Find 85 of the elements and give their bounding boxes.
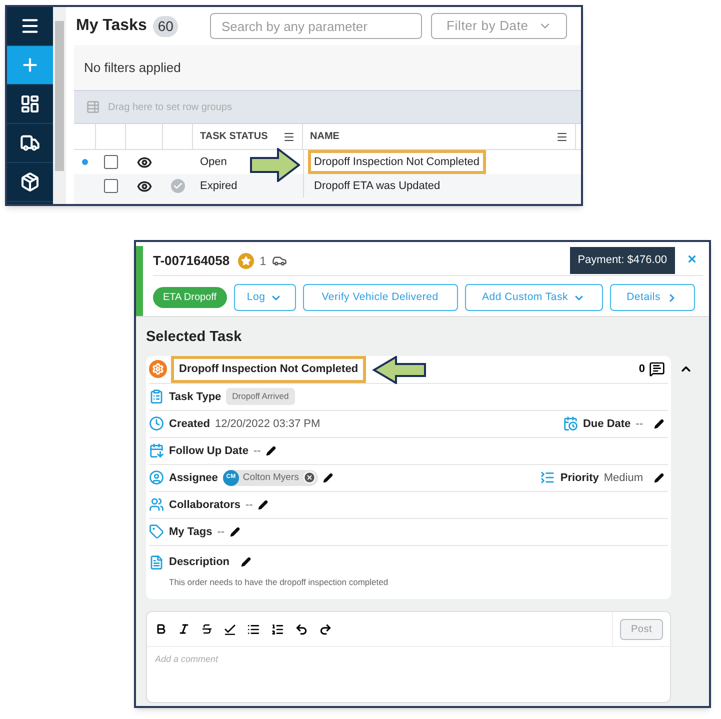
field-value: --	[217, 524, 225, 540]
checklist-icon	[149, 389, 164, 404]
eye-icon[interactable]	[137, 178, 152, 194]
task-type-tag: Dropoff Arrived	[226, 388, 295, 406]
gear-icon	[149, 360, 167, 378]
section-title: Selected Task	[146, 328, 243, 347]
vehicle-count: 1	[260, 252, 266, 270]
action-button[interactable]: Details	[610, 284, 695, 311]
edit-icon[interactable]	[258, 500, 268, 510]
action-button[interactable]: Verify Vehicle Delivered	[302, 284, 458, 311]
callout-arrow	[250, 148, 300, 182]
italic-icon[interactable]	[178, 623, 190, 635]
field-label: Task Type	[169, 390, 222, 404]
menu-icon	[20, 16, 40, 36]
row-checkbox[interactable]	[104, 155, 118, 169]
user-icon	[149, 470, 164, 486]
users-icon	[149, 497, 164, 512]
field-label: Collaborators	[169, 498, 241, 512]
field-label: My Tags	[169, 524, 212, 540]
status-cell-text: Expired	[200, 178, 238, 194]
date-filter-dropdown[interactable]: Filter by Date	[431, 13, 568, 39]
column-menu-icon	[556, 130, 568, 142]
field-label: Follow Up Date	[169, 444, 248, 458]
eye-icon[interactable]	[137, 154, 152, 170]
bold-icon[interactable]	[155, 623, 167, 635]
edit-icon[interactable]	[322, 472, 333, 483]
count-badge: 60	[152, 16, 178, 36]
field-label: Assignee	[169, 470, 218, 486]
box-icon	[20, 172, 40, 192]
tag-icon	[149, 524, 164, 540]
undo-icon[interactable]	[295, 622, 308, 636]
payment-badge: Payment: $476.00	[570, 247, 675, 274]
assignee-name: Colton Myers	[242, 470, 299, 485]
document-icon	[149, 554, 164, 570]
sidebar-item[interactable]	[7, 46, 53, 85]
search-field[interactable]: Search by any parameter	[210, 13, 422, 39]
page-title: My Tasks	[76, 16, 147, 36]
row-checkbox[interactable]	[104, 179, 118, 193]
task-name: Dropoff Inspection Not Completed	[171, 356, 366, 382]
dashboard-icon	[20, 94, 40, 114]
field-label: Description	[169, 554, 230, 570]
edit-icon[interactable]	[230, 526, 240, 537]
numbered-list-icon[interactable]	[271, 622, 284, 636]
column-header: NAME	[310, 130, 340, 144]
description-text: This order needs to have the dropoff inspection completed	[169, 576, 390, 589]
remove-icon[interactable]	[302, 471, 316, 484]
edit-icon[interactable]	[654, 472, 664, 483]
priority-icon	[540, 470, 556, 486]
action-button[interactable]: Log	[234, 284, 296, 311]
field-label: Due Date	[582, 416, 631, 432]
column-menu-icon	[283, 130, 295, 142]
check-underline-icon[interactable]	[224, 623, 236, 635]
close-button[interactable]: ×	[681, 249, 703, 272]
order-id: T-007164058	[153, 252, 230, 270]
field-value: --	[636, 416, 643, 432]
calendar-icon	[562, 416, 578, 432]
edit-icon[interactable]	[654, 418, 664, 429]
field-value: --	[253, 444, 261, 458]
field-label: Priority	[560, 470, 599, 486]
plus-icon	[20, 55, 40, 75]
table-icon	[86, 100, 100, 114]
field-value: Medium	[604, 470, 643, 486]
status-tag: ETA Dropoff	[153, 287, 227, 308]
accent-bar	[136, 246, 143, 316]
truck-icon	[20, 133, 40, 153]
column-header: TASK STATUS	[200, 130, 268, 144]
field-label: Created	[169, 416, 210, 432]
filter-status: No filters applied	[84, 58, 181, 77]
field-value: 12/20/2022 03:37 PM	[214, 416, 320, 432]
bullet-list-icon[interactable]	[247, 622, 260, 636]
comment-icon[interactable]	[649, 361, 665, 378]
callout-arrow	[372, 356, 426, 384]
calendar-icon	[149, 443, 164, 458]
status-cell-text: Open	[200, 154, 227, 170]
group-hint: Drag here to set row groups	[108, 100, 232, 114]
redo-icon[interactable]	[319, 622, 332, 636]
name-cell: Dropoff Inspection Not Completed	[308, 150, 486, 174]
edit-icon[interactable]	[266, 446, 276, 456]
field-value: --	[246, 498, 253, 512]
comment-count: 0	[638, 362, 645, 377]
clock-icon	[149, 416, 164, 432]
strikethrough-icon[interactable]	[201, 623, 213, 635]
name-cell-text: Dropoff ETA was Updated	[313, 178, 442, 194]
action-button[interactable]: Add Custom Task	[464, 284, 603, 311]
edit-icon[interactable]	[240, 557, 251, 567]
